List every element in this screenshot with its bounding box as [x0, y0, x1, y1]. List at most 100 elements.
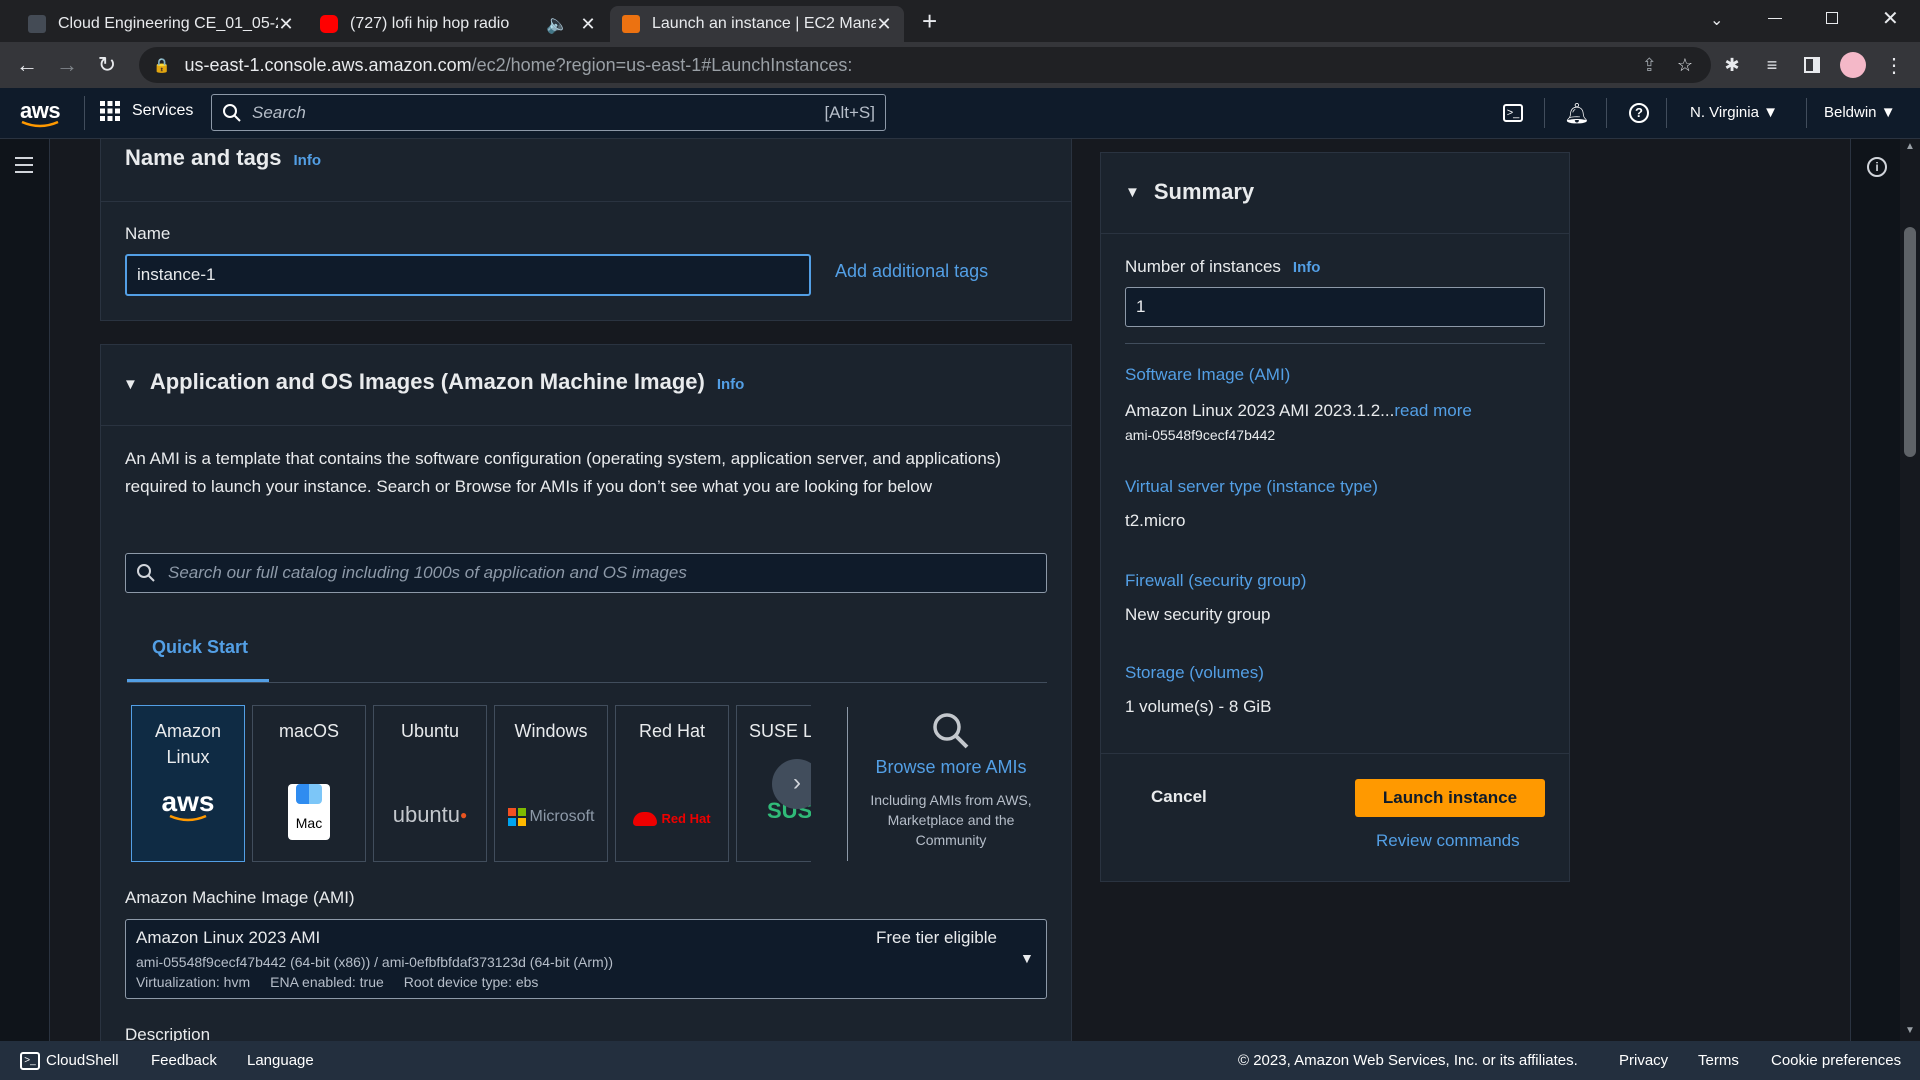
copyright-text: © 2023, Amazon Web Services, Inc. or its…	[1238, 1052, 1578, 1069]
feedback-link[interactable]: Feedback	[151, 1052, 217, 1069]
document-favicon-icon	[28, 15, 46, 33]
search-icon	[933, 713, 969, 749]
region-selector[interactable]: N. Virginia ▼	[1690, 104, 1778, 121]
browser-menu-icon[interactable]: ⋮	[1879, 50, 1909, 80]
forward-icon[interactable]: →	[52, 50, 82, 80]
review-commands-link[interactable]: Review commands	[1376, 831, 1520, 851]
ami-catalog-search-input[interactable]: Search our full catalog including 1000s …	[125, 553, 1047, 593]
privacy-link[interactable]: Privacy	[1619, 1052, 1668, 1069]
cancel-button[interactable]: Cancel	[1151, 787, 1207, 807]
instance-name-input[interactable]: instance-1	[125, 254, 811, 296]
microsoft-logo-icon: Microsoft	[495, 804, 607, 830]
cloudshell-icon: >_	[20, 1051, 40, 1070]
scrollbar-thumb[interactable]	[1904, 227, 1916, 457]
browser-tab-cloud-engineering[interactable]: Cloud Engineering CE_01_05-202 ✕	[16, 6, 306, 42]
share-icon[interactable]: ⇪	[1642, 55, 1657, 76]
software-image-link[interactable]: Software Image (AMI)	[1125, 365, 1290, 385]
aws-search-input[interactable]: Search [Alt+S]	[211, 94, 886, 131]
page-scrollbar[interactable]: ▲ ▼	[1900, 139, 1920, 1041]
tab-title: Cloud Engineering CE_01_05-202	[58, 15, 278, 32]
minimize-icon[interactable]	[1768, 18, 1782, 19]
close-window-icon[interactable]: ✕	[1882, 6, 1899, 31]
browser-tab-launch-instance[interactable]: Launch an instance | EC2 Manage ✕	[610, 6, 904, 42]
youtube-favicon-icon	[320, 15, 338, 33]
ami-tile-ubuntu[interactable]: Ubuntu ubuntu ●	[373, 705, 487, 862]
services-menu-button[interactable]: Services	[100, 101, 193, 121]
aws-logo[interactable]: aws	[20, 98, 61, 128]
search-icon	[137, 564, 155, 582]
search-placeholder: Search	[252, 102, 306, 122]
browse-more-amis-link[interactable]: Browse more AMIs	[861, 757, 1041, 778]
info-link[interactable]: Info	[294, 152, 322, 169]
summary-title: Summary	[1153, 179, 1255, 204]
close-tab-icon[interactable]: ✕	[278, 14, 294, 35]
ubuntu-logo-icon: ubuntu ●	[392, 802, 468, 827]
tile-label: Red Hat	[638, 721, 706, 741]
read-more-link[interactable]: read more	[1394, 401, 1471, 420]
ami-search-placeholder: Search our full catalog including 1000s …	[168, 563, 687, 582]
name-and-tags-panel: Name and tags Info Name instance-1 Add a…	[100, 139, 1072, 321]
back-icon[interactable]: ←	[12, 50, 42, 80]
number-of-instances-input[interactable]: 1	[1125, 287, 1545, 327]
hamburger-menu-icon[interactable]	[15, 157, 33, 173]
collapse-caret-icon: ▼	[1125, 183, 1140, 201]
browse-more-description: Including AMIs from AWS, Marketplace and…	[870, 792, 1032, 848]
ami-tile-macos[interactable]: macOS Mac	[252, 705, 366, 862]
language-link[interactable]: Language	[247, 1052, 314, 1069]
scroll-down-arrow-icon[interactable]: ▼	[1905, 1025, 1915, 1036]
services-label: Services	[132, 102, 194, 119]
mac-finder-icon: Mac	[253, 784, 365, 840]
info-link[interactable]: Info	[717, 376, 745, 393]
profile-avatar[interactable]	[1838, 50, 1868, 80]
dropdown-caret-icon: ▼	[1020, 950, 1034, 966]
ami-select-dropdown[interactable]: Amazon Linux 2023 AMI Free tier eligible…	[125, 919, 1047, 999]
speaker-icon[interactable]: 🔈	[546, 14, 568, 35]
quick-start-tiles: Amazon Linux aws macOS Mac Ubuntu ubuntu…	[131, 705, 811, 865]
close-tab-icon[interactable]: ✕	[876, 14, 892, 35]
ami-tile-amazon-linux[interactable]: Amazon Linux aws	[131, 705, 245, 862]
aws-logo-icon: aws	[132, 788, 244, 822]
user-menu[interactable]: Beldwin ▼	[1824, 104, 1896, 121]
instance-type-link[interactable]: Virtual server type (instance type)	[1125, 477, 1378, 497]
terms-link[interactable]: Terms	[1698, 1052, 1739, 1069]
firewall-link[interactable]: Firewall (security group)	[1125, 571, 1306, 591]
console-footer: >_ CloudShell Feedback Language © 2023, …	[0, 1041, 1920, 1080]
info-link[interactable]: Info	[1293, 259, 1321, 276]
url-path: /ec2/home?region=us-east-1#LaunchInstanc…	[471, 54, 853, 75]
info-panel-icon[interactable]: i	[1867, 157, 1887, 177]
url-host: us-east-1.console.aws.amazon.com	[184, 54, 472, 75]
software-image-id: ami-05548f9cecf47b442	[1125, 427, 1276, 443]
help-icon[interactable]: ?	[1626, 100, 1652, 126]
new-tab-button[interactable]: +	[922, 6, 937, 37]
browser-tab-lofi[interactable]: (727) lofi hip hop radio 🔈 ✕	[308, 6, 608, 42]
cloudshell-icon[interactable]: >_	[1500, 100, 1526, 126]
close-tab-icon[interactable]: ✕	[580, 14, 596, 35]
ami-panel-header[interactable]: ▼ Application and OS Images (Amazon Mach…	[123, 369, 744, 395]
tile-label: Amazon Linux	[154, 721, 222, 767]
grid-icon	[100, 101, 120, 121]
restore-icon[interactable]	[1826, 12, 1838, 24]
cloudshell-button[interactable]: >_ CloudShell	[20, 1051, 119, 1070]
launch-instance-button[interactable]: Launch instance	[1355, 779, 1545, 817]
add-additional-tags-link[interactable]: Add additional tags	[835, 261, 988, 282]
ami-tile-windows[interactable]: Windows Microsoft	[494, 705, 608, 862]
extensions-icon[interactable]: ✱	[1717, 50, 1747, 80]
media-controls-icon[interactable]: ≡	[1757, 50, 1787, 80]
notifications-bell-icon[interactable]: 🔔︎	[1564, 100, 1590, 126]
cookie-preferences-link[interactable]: Cookie preferences	[1771, 1052, 1901, 1069]
storage-link[interactable]: Storage (volumes)	[1125, 663, 1264, 683]
ami-root-device: Root device type: ebs	[403, 974, 539, 990]
reload-icon[interactable]: ↻	[92, 50, 122, 80]
side-panel-icon[interactable]	[1797, 50, 1827, 80]
browser-tab-bar: Cloud Engineering CE_01_05-202 ✕ (727) l…	[0, 0, 1920, 42]
bookmark-star-icon[interactable]: ☆	[1677, 55, 1693, 76]
tab-search-icon[interactable]: ⌄	[1710, 10, 1723, 30]
free-tier-badge: Free tier eligible	[876, 928, 997, 947]
summary-header[interactable]: ▼ Summary	[1125, 179, 1254, 205]
scroll-up-arrow-icon[interactable]: ▲	[1905, 141, 1915, 152]
ami-tile-red-hat[interactable]: Red Hat Red Hat	[615, 705, 729, 862]
ami-name: Amazon Linux 2023 AMI	[136, 928, 321, 947]
tab-quick-start[interactable]: Quick Start	[152, 637, 248, 658]
url-field[interactable]: 🔒 us-east-1.console.aws.amazon.com/ec2/h…	[139, 47, 1711, 83]
right-rail: i	[1850, 139, 1900, 1041]
